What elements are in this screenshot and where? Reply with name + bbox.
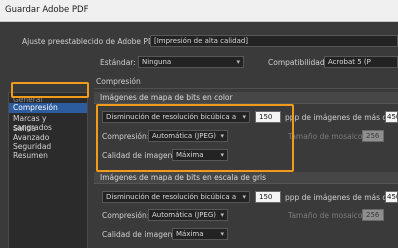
color-ppi-label: ppp de imágenes de más de (285, 113, 392, 122)
color-ppi-above-input[interactable]: 450 (385, 111, 398, 123)
color-quality-select[interactable]: Máxima ▾ (172, 149, 228, 161)
dialog-content: Ajuste preestablecido de Adobe PDF: [Imp… (0, 22, 398, 248)
gray-quality-select[interactable]: Máxima ▾ (172, 228, 228, 240)
chevron-down-icon: ▾ (236, 58, 240, 66)
section-title: Compresión (96, 77, 141, 86)
color-tile-label: Tamaño de mosaico: (288, 132, 366, 141)
gray-tile-label: Tamaño de mosaico: (288, 211, 366, 220)
divider (94, 88, 398, 89)
color-compression-value: Automática (JPEG) (152, 132, 217, 140)
category-list: General Compresión Marcas y sangrados Sa… (8, 92, 88, 248)
window-title: Guardar Adobe PDF (5, 5, 89, 15)
sidebar-item-advanced[interactable]: Avanzado (13, 133, 49, 142)
sidebar-item-output[interactable]: Salida (13, 124, 36, 133)
color-images-header: Imágenes de mapa de bits en color (94, 92, 398, 104)
sidebar-item-security[interactable]: Seguridad (13, 142, 51, 151)
gray-quality-label: Calidad de imagen: (102, 230, 175, 239)
compatibility-select[interactable]: Acrobat 5 (P (324, 56, 398, 68)
gray-compression-value: Automática (JPEG) (152, 211, 217, 219)
gray-images-header: Imágenes de mapa de bits en escala de gr… (94, 172, 398, 184)
preset-label: Ajuste preestablecido de Adobe PDF: (22, 37, 160, 46)
sidebar-item-compression[interactable]: Compresión (9, 103, 87, 113)
chevron-down-icon: ▾ (220, 230, 224, 238)
gray-quality-value: Máxima (176, 230, 204, 238)
standard-select[interactable]: Ninguna ▾ (138, 56, 244, 68)
compatibility-value: Acrobat 5 (P (328, 58, 371, 66)
chevron-down-icon: ▾ (242, 113, 246, 121)
color-compression-label: Compresión: (102, 132, 150, 141)
gray-ppi-input[interactable]: 150 (255, 191, 281, 203)
color-tile-input[interactable]: 256 (362, 130, 384, 142)
gray-tile-input[interactable]: 256 (362, 209, 384, 221)
gray-compression-select[interactable]: Automática (JPEG) ▾ (148, 209, 228, 221)
color-compression-select[interactable]: Automática (JPEG) ▾ (148, 130, 228, 142)
preset-select[interactable]: [Impresión de alta calidad] (150, 35, 398, 47)
color-quality-label: Calidad de imagen: (102, 151, 175, 160)
chevron-down-icon: ▾ (220, 151, 224, 159)
chevron-down-icon: ▾ (220, 132, 224, 140)
standard-value: Ninguna (142, 58, 172, 66)
color-quality-value: Máxima (176, 151, 204, 159)
color-ppi-input[interactable]: 150 (255, 111, 281, 123)
chevron-down-icon: ▾ (242, 193, 246, 201)
chevron-down-icon: ▾ (220, 211, 224, 219)
gray-ppi-label: ppp de imágenes de más de (285, 193, 392, 202)
title-bar: Guardar Adobe PDF (0, 0, 398, 22)
compatibility-label: Compatibilidad: (268, 58, 328, 67)
color-downsample-select[interactable]: Disminución de resolución bicúbica a ▾ (102, 111, 250, 123)
gray-ppi-above-input[interactable]: 450 (385, 191, 398, 203)
gray-downsample-value: Disminución de resolución bicúbica a (106, 193, 237, 201)
color-images-heading: Imágenes de mapa de bits en color (100, 93, 233, 102)
gray-compression-label: Compresión: (102, 211, 150, 220)
gray-downsample-select[interactable]: Disminución de resolución bicúbica a ▾ (102, 191, 250, 203)
gray-images-heading: Imágenes de mapa de bits en escala de gr… (100, 173, 267, 182)
standard-label: Estándar: (100, 58, 136, 67)
preset-value: [Impresión de alta calidad] (154, 37, 249, 45)
sidebar-item-summary[interactable]: Resumen (13, 151, 48, 160)
color-downsample-value: Disminución de resolución bicúbica a (106, 113, 237, 121)
